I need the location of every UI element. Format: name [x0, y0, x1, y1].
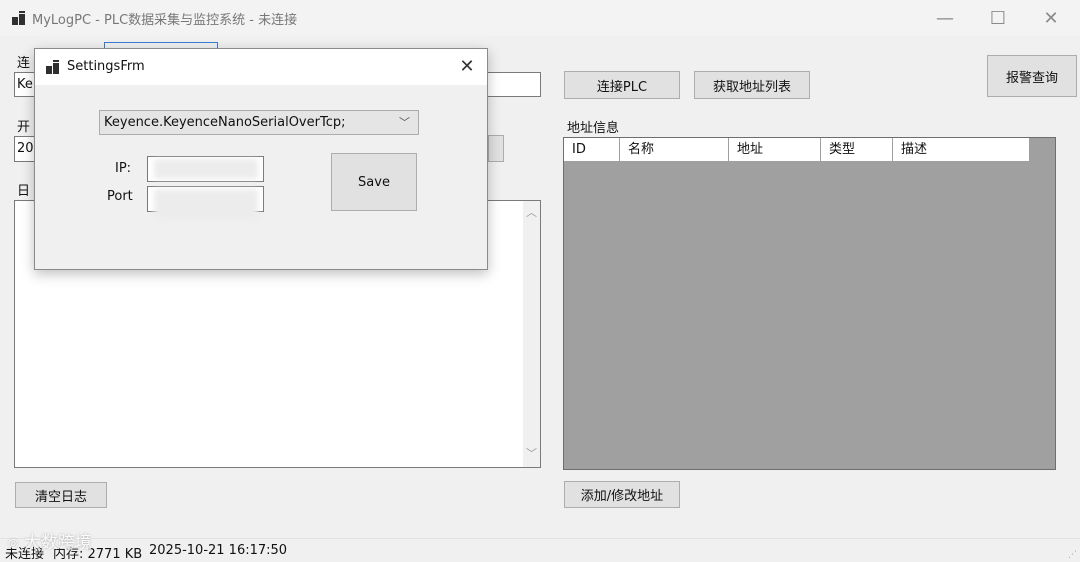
- redacted-port-value: [154, 189, 258, 219]
- connection-type-label: 连: [17, 56, 31, 71]
- ip-input[interactable]: [147, 156, 264, 182]
- window-title: MyLogPC - PLC数据采集与监控系统 - 未连接: [32, 13, 298, 28]
- chevron-down-icon[interactable]: ﹀: [399, 111, 410, 134]
- settings-dialog: SettingsFrm ✕ Keyence.KeyenceNanoSerialO…: [34, 48, 488, 270]
- connect-plc-button[interactable]: 连接PLC: [564, 71, 680, 99]
- address-info-label: 地址信息: [567, 121, 620, 136]
- redacted-ip-value: [154, 159, 258, 179]
- address-grid[interactable]: ID 名称 地址 类型 描述: [563, 137, 1056, 470]
- column-header-type[interactable]: 类型: [821, 138, 893, 162]
- resize-grip-icon[interactable]: ⋰: [1068, 550, 1077, 560]
- column-header-description[interactable]: 描述: [893, 138, 1030, 162]
- watermark-text: 大数跨境: [23, 533, 92, 553]
- status-bar: 未连接 内存: 2771 KB 2025-10-21 16:17:50 ⋰: [0, 538, 1080, 562]
- dialog-app-icon: [46, 60, 60, 74]
- ip-label: IP:: [115, 161, 132, 176]
- add-modify-address-button[interactable]: 添加/修改地址: [564, 481, 680, 508]
- column-header-address[interactable]: 地址: [729, 138, 821, 162]
- dialog-title: SettingsFrm: [67, 59, 145, 74]
- app-icon: [12, 11, 26, 25]
- port-input[interactable]: [147, 186, 264, 219]
- title-bar: MyLogPC - PLC数据采集与监控系统 - 未连接 — ☐ ✕: [0, 0, 1080, 36]
- column-header-name[interactable]: 名称: [620, 138, 729, 162]
- start-time-label: 开: [17, 120, 31, 135]
- log-scrollbar[interactable]: ︿ ﹀: [523, 201, 540, 467]
- save-button[interactable]: Save: [331, 153, 417, 211]
- alarm-query-button[interactable]: 报警查询: [987, 55, 1077, 97]
- clear-log-button[interactable]: 清空日志: [15, 482, 107, 508]
- watermark-logo: ⦾ 大数跨境: [8, 533, 92, 553]
- start-time-dropdown-button[interactable]: [488, 135, 504, 162]
- column-header-id[interactable]: ID: [564, 138, 620, 162]
- minimize-button[interactable]: —: [922, 0, 968, 36]
- start-time-value: 20: [17, 141, 34, 156]
- scroll-up-icon[interactable]: ︿: [526, 204, 537, 220]
- current-datetime: 2025-10-21 16:17:50: [149, 543, 288, 558]
- close-button[interactable]: ✕: [1028, 0, 1074, 36]
- scroll-down-icon[interactable]: ﹀: [526, 445, 537, 461]
- log-label: 日: [17, 184, 31, 199]
- get-address-list-button[interactable]: 获取地址列表: [694, 71, 810, 99]
- connection-type-value: Ke: [17, 77, 33, 92]
- protocol-select[interactable]: Keyence.KeyenceNanoSerialOverTcp; ﹀: [99, 110, 419, 135]
- maximize-button[interactable]: ☐: [975, 0, 1021, 36]
- dialog-title-bar: SettingsFrm ✕: [35, 49, 487, 85]
- protocol-select-value: Keyence.KeyenceNanoSerialOverTcp;: [104, 115, 346, 130]
- dialog-close-button[interactable]: ✕: [451, 52, 483, 80]
- port-label: Port: [107, 189, 133, 204]
